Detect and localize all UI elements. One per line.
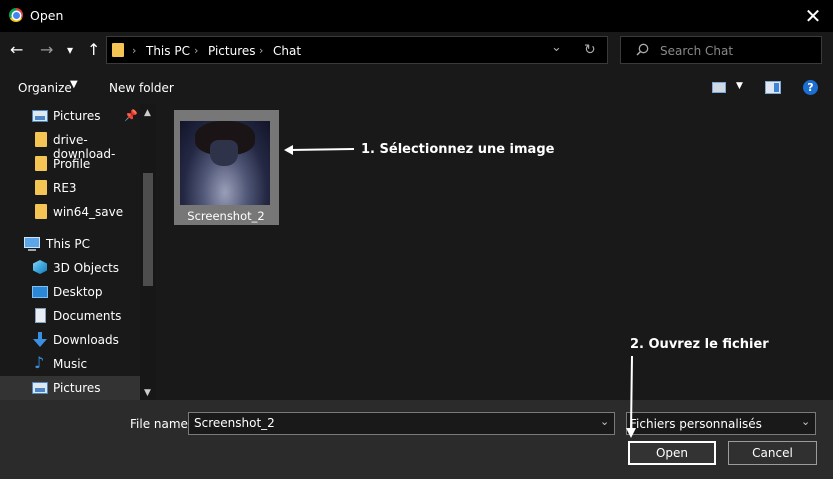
sidebar-item-music[interactable]: ♪ Music [0,352,140,376]
downloads-icon [33,332,47,347]
sidebar-item-3d-objects[interactable]: 3D Objects [0,256,140,280]
sidebar-item-desktop[interactable]: Desktop [0,280,140,304]
documents-icon [35,308,46,323]
breadcrumb-pictures[interactable]: Pictures [208,44,256,58]
chevron-down-icon[interactable]: ▼ [736,81,743,91]
sidebar-item-pictures-pinned[interactable]: Pictures 📌 [0,104,140,128]
breadcrumb-separator: › [132,44,137,57]
music-icon: ♪ [34,353,45,372]
scroll-up-icon[interactable]: ▲ [144,108,151,118]
pictures-icon [32,382,48,394]
annotation-arrow-left [284,145,355,155]
computer-stand-icon [28,249,36,251]
file-name-input[interactable]: Screenshot_2 [188,412,615,435]
computer-icon [24,237,40,248]
breadcrumb-separator: › [194,44,199,57]
chevron-down-icon: ▼ [70,79,78,90]
sidebar-item-label: Profile [53,157,91,171]
sidebar-item-label: Downloads [53,333,119,347]
search-icon [636,43,649,56]
refresh-icon[interactable]: ↻ [584,42,596,58]
view-options-icon[interactable] [712,82,726,93]
sidebar-item-label: 3D Objects [53,261,120,275]
folder-icon [112,43,124,57]
sidebar-item-win64-save[interactable]: win64_save [0,200,140,224]
preview-pane-icon[interactable] [765,81,781,94]
forward-arrow-icon[interactable]: → [40,42,53,58]
pictures-icon [32,110,48,122]
new-folder-button[interactable]: New folder [109,81,174,95]
window-title: Open [30,8,64,23]
sidebar-item-drive-download[interactable]: drive-download- [0,128,140,161]
address-dropdown-icon[interactable]: ⌄ [551,40,562,55]
sidebar-item-documents[interactable]: Documents [0,304,140,328]
breadcrumb-this-pc[interactable]: This PC [146,44,190,58]
scrollbar-thumb[interactable] [143,173,153,286]
sidebar-item-this-pc[interactable]: This PC [0,232,140,256]
title-bar [0,0,833,32]
sidebar-item-label: Pictures [53,109,101,123]
sidebar-item-label: This PC [46,237,90,251]
folder-icon [35,204,47,219]
file-type-value: Fichiers personnalisés [630,417,762,431]
search-input[interactable]: Search Chat [660,44,733,58]
folder-icon [35,132,47,147]
file-name-field-label: File name: [130,417,192,431]
thumbnail-face-shape [210,140,238,166]
3d-objects-icon [33,260,47,274]
scroll-down-icon[interactable]: ▼ [144,388,151,398]
pin-icon[interactable]: 📌 [124,109,138,122]
sidebar-item-label: RE3 [53,181,77,195]
sidebar-item-label: Desktop [53,285,103,299]
folder-icon [35,180,47,195]
sidebar-item-pictures[interactable]: Pictures [0,376,140,400]
chevron-down-icon[interactable]: ⌄ [600,415,609,428]
sidebar-item-profile[interactable]: Profile [0,152,140,176]
file-name-label[interactable]: Screenshot_2 [180,209,272,223]
organize-button[interactable]: Organize [18,81,72,95]
chevron-down-icon[interactable]: ⌄ [801,415,810,428]
annotation-step-2: 2. Ouvrez le fichier [630,337,769,352]
breadcrumb-separator: › [259,44,264,57]
sidebar-item-label: Pictures [53,381,101,395]
up-arrow-icon[interactable]: ↑ [87,42,100,58]
sidebar-item-re3[interactable]: RE3 [0,176,140,200]
close-button[interactable]: ✕ [800,3,826,29]
sidebar-item-label: Documents [53,309,122,323]
help-icon[interactable]: ? [803,80,818,95]
annotation-arrow-down [626,355,636,438]
folder-icon [35,156,47,171]
breadcrumb-chat[interactable]: Chat [273,44,301,58]
chrome-icon [9,8,23,22]
open-button[interactable]: Open [628,441,716,465]
back-arrow-icon[interactable]: ← [10,42,23,58]
cancel-button[interactable]: Cancel [728,441,817,465]
recent-locations-dropdown-icon[interactable]: ▾ [67,42,73,58]
desktop-icon [32,286,48,298]
sidebar-item-downloads[interactable]: Downloads [0,328,140,352]
sidebar-item-label: win64_save [53,205,124,219]
sidebar-item-label: Music [53,357,88,371]
annotation-step-1: 1. Sélectionnez une image [361,142,555,157]
